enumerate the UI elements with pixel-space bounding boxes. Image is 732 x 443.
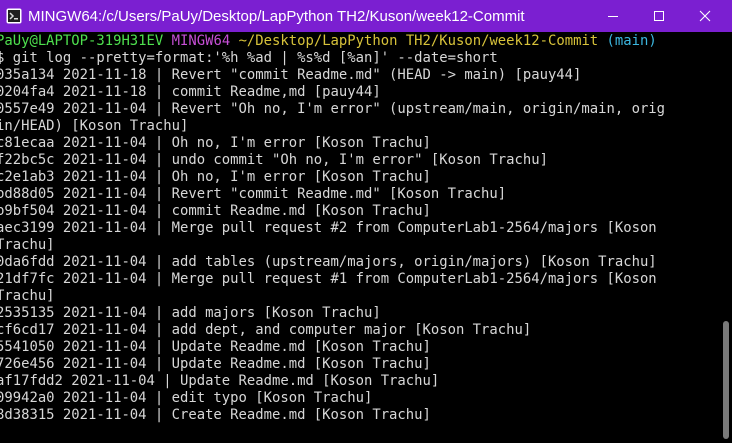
- log-line: in/HEAD) [Koson Trachu]: [0, 118, 189, 134]
- log-line: 5541050 2021-11-04 | Update Readme.md [K…: [0, 339, 431, 355]
- log-line: 726e456 2021-11-04 | Update Readme.md [K…: [0, 356, 431, 372]
- terminal-output[interactable]: PaUy@LAPTOP-319H31EV MINGW64 ~/Desktop/L…: [0, 33, 720, 443]
- minimize-button[interactable]: [590, 0, 636, 32]
- log-line: 035a134 2021-11-18 | Revert "commit Read…: [0, 67, 582, 83]
- prompt-shell: MINGW64: [171, 33, 231, 49]
- scrollbar-thumb[interactable]: [723, 321, 729, 439]
- log-line: 0557e49 2021-11-04 | Revert "Oh no, I'm …: [0, 101, 666, 117]
- git-bash-icon: [5, 8, 22, 25]
- log-line: b9bf504 2021-11-04 | commit Readme.md [K…: [0, 203, 431, 219]
- log-line: Trachu]: [0, 288, 55, 304]
- minimize-icon: [608, 16, 618, 17]
- log-line: 09942a0 2021-11-04 | edit typo [Koson Tr…: [0, 390, 373, 406]
- log-line: bd88d05 2021-11-04 | Revert "commit Read…: [0, 186, 507, 202]
- title-bar[interactable]: MINGW64:/c/Users/PaUy/Desktop/LapPython …: [0, 0, 732, 32]
- prompt-user: PaUy@LAPTOP-319H31EV: [0, 33, 164, 49]
- window-title: MINGW64:/c/Users/PaUy/Desktop/LapPython …: [28, 7, 525, 25]
- log-line: Trachu]: [0, 237, 55, 253]
- log-line: 2535135 2021-11-04 | add majors [Koson T…: [0, 305, 381, 321]
- log-line: 8d38315 2021-11-04 | Create Readme.md [K…: [0, 407, 431, 423]
- command-line: $ git log --pretty=format:'%h %ad | %s%d…: [0, 50, 498, 66]
- log-line: c81ecaa 2021-11-04 | Oh no, I'm error [K…: [0, 135, 431, 151]
- log-line: 0da6fdd 2021-11-04 | add tables (upstrea…: [0, 254, 657, 270]
- log-line: f22bc5c 2021-11-04 | undo commit "Oh no,…: [0, 152, 548, 168]
- maximize-icon: [654, 11, 664, 21]
- prompt-path: ~/Desktop/LapPython TH2/Kuson/week12-Com…: [238, 33, 599, 49]
- log-line: cf6cd17 2021-11-04 | add dept, and compu…: [0, 322, 532, 338]
- close-button[interactable]: [682, 0, 728, 32]
- log-line: af17fdd2 2021-11-04 | Update Readme.md […: [0, 373, 440, 389]
- log-line: aec3199 2021-11-04 | Merge pull request …: [0, 220, 657, 236]
- log-line: c2e1ab3 2021-11-04 | Oh no, I'm error [K…: [0, 169, 431, 185]
- close-icon: [699, 10, 711, 22]
- prompt-line: PaUy@LAPTOP-319H31EV MINGW64 ~/Desktop/L…: [0, 33, 720, 50]
- log-line: 0204fa4 2021-11-18 | commit Readme,md [p…: [0, 84, 381, 100]
- vertical-scrollbar[interactable]: [720, 33, 732, 443]
- maximize-button[interactable]: [636, 0, 682, 32]
- prompt-branch: (main): [606, 33, 657, 49]
- terminal-window: MINGW64:/c/Users/PaUy/Desktop/LapPython …: [0, 0, 732, 443]
- log-line: 21df7fc 2021-11-04 | Merge pull request …: [0, 271, 657, 287]
